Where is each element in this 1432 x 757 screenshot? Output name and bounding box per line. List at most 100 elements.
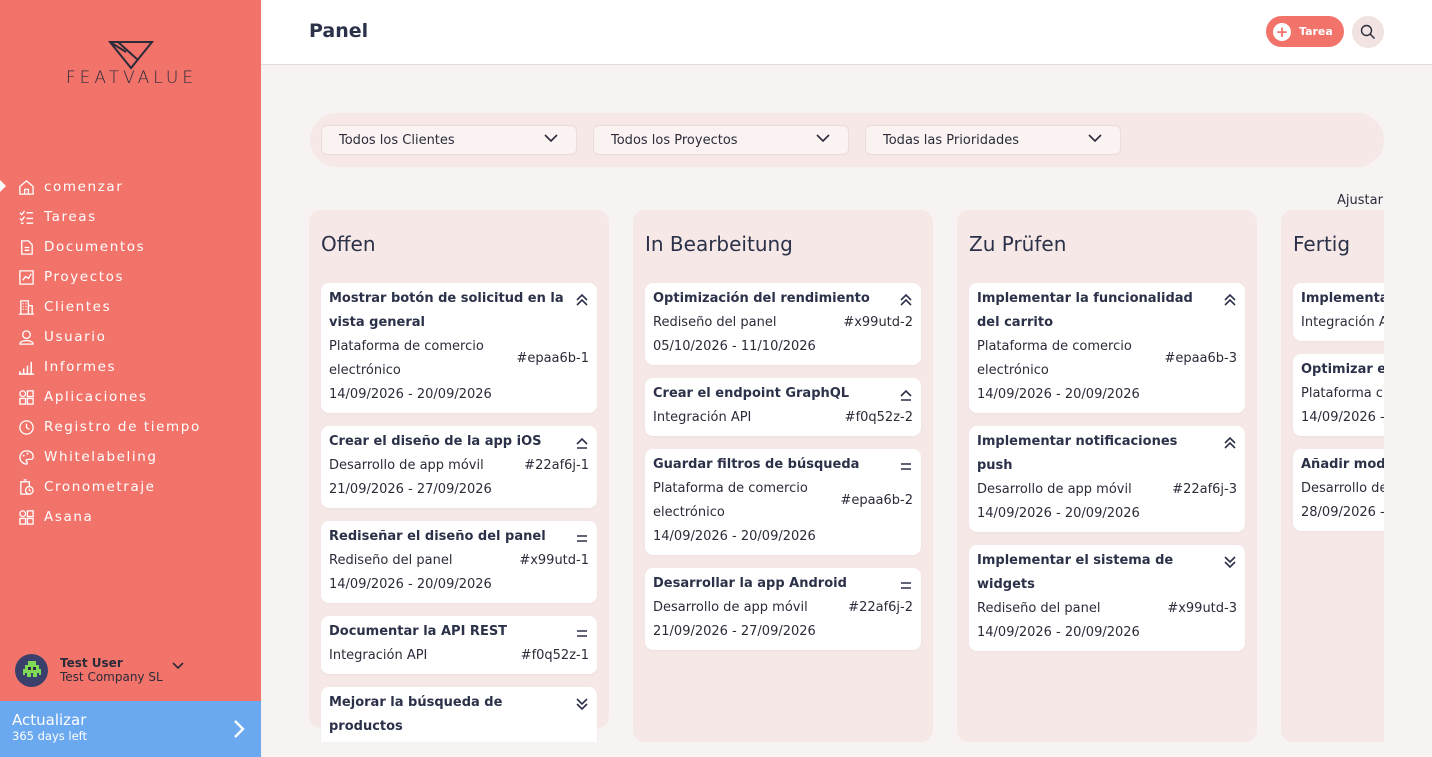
sidebar-item-comenzar[interactable]: comenzar — [0, 172, 261, 202]
priority-medium-icon[interactable] — [899, 458, 913, 472]
sidebar-item-label: Documentos — [44, 239, 146, 255]
kanban-column-offen: Offen Mostrar botón de solicitud en la vi… — [309, 210, 609, 742]
task-card[interactable]: Mostrar botón de solicitud en la vista g… — [321, 283, 597, 413]
task-dates: 14/09/2026 - 20/09/2026 — [977, 625, 1140, 640]
kanban-column-zu-prüfen: Zu Prüfen Implementar la funcionalidad de… — [957, 210, 1257, 742]
upgrade-days-left: 365 days left — [12, 729, 88, 743]
task-card[interactable]: Implementar notificaciones push Desarroll… — [969, 426, 1245, 532]
priority-medium-high-icon[interactable] — [575, 435, 589, 449]
priority-medium-icon[interactable] — [575, 530, 589, 544]
task-project: Desarrollo de — [1301, 481, 1384, 496]
task-project: Desarrollo de app móvil — [329, 458, 484, 473]
task-project: Integración API — [653, 410, 752, 425]
chevron-down-icon — [172, 662, 184, 670]
sidebar-item-documentos[interactable]: Documentos — [0, 232, 261, 262]
task-title: Documentar la API REST — [329, 624, 508, 639]
add-task-button[interactable]: + Tarea — [1266, 16, 1344, 47]
sidebar-item-clientes[interactable]: Clientes — [0, 292, 261, 322]
priority-medium-icon[interactable] — [575, 625, 589, 639]
sidebar-item-whitelabeling[interactable]: Whitelabeling — [0, 442, 261, 472]
task-id: #epaa6b-5 — [516, 739, 589, 742]
priority-medium-high-icon[interactable] — [899, 387, 913, 401]
task-project: Integración API — [329, 648, 428, 663]
sidebar-item-label: Proyectos — [44, 269, 125, 285]
task-card[interactable]: Desarrollar la app Android Desarrollo de … — [645, 568, 921, 650]
user-icon — [16, 327, 36, 347]
sidebar-item-aplicaciones[interactable]: Aplicaciones — [0, 382, 261, 412]
priority-medium-icon[interactable] — [899, 577, 913, 591]
sidebar-item-label: Asana — [44, 509, 94, 525]
chevron-down-icon — [544, 134, 558, 143]
client-filter-select[interactable]: Todos los Clientes — [321, 125, 577, 155]
task-project: Rediseño del panel — [329, 553, 453, 568]
sidebar-item-registro-de-tiempo[interactable]: Registro de tiempo — [0, 412, 261, 442]
user-menu[interactable]: Test User Test Company SL — [15, 652, 245, 688]
priority-low-icon[interactable] — [575, 696, 589, 711]
task-card[interactable]: Implementa la API Integración A — [1293, 283, 1384, 341]
task-title: Implementar el sistema de widgets — [977, 553, 1174, 592]
featvalue-logo-icon — [108, 41, 154, 70]
add-task-label: Tarea — [1299, 25, 1333, 38]
home-icon — [16, 177, 36, 197]
sidebar-item-label: Clientes — [44, 299, 112, 315]
task-card[interactable]: Rediseñar el diseño del panel Rediseño de… — [321, 521, 597, 603]
task-card[interactable]: Optimización del rendimiento Rediseño del… — [645, 283, 921, 365]
search-button[interactable] — [1352, 16, 1384, 48]
sidebar-item-asana[interactable]: Asana — [0, 502, 261, 532]
task-id: #epaa6b-1 — [516, 351, 589, 366]
sidebar-item-label: comenzar — [44, 179, 124, 195]
task-card[interactable]: Crear el diseño de la app iOS Desarrollo … — [321, 426, 597, 508]
task-project: Desarrollo de app móvil — [653, 600, 808, 615]
sidebar-item-cronometraje[interactable]: Cronometraje — [0, 472, 261, 502]
task-title: Mejorar la búsqueda de productos — [329, 695, 503, 734]
task-id: #f0q52z-2 — [844, 410, 913, 425]
task-title: Implementar notificaciones push — [977, 434, 1178, 473]
column-title: Offen — [321, 232, 376, 256]
priority-high-icon[interactable] — [1223, 292, 1237, 306]
task-project: Plataforma c electrónico — [1301, 386, 1384, 401]
sidebar-item-label: Usuario — [44, 329, 107, 345]
task-project: Plataforma de comercio — [329, 739, 484, 742]
brand-logo[interactable]: FEATVALUE — [44, 40, 219, 90]
kanban-column-fertig: Fertig Implementa la API Integración A Opti… — [1281, 210, 1384, 742]
sidebar-item-proyectos[interactable]: Proyectos — [0, 262, 261, 292]
task-dates: 14/09/2026 - 20/09/2026 — [653, 529, 816, 544]
task-card[interactable]: Crear el endpoint GraphQL Integración API… — [645, 378, 921, 436]
upgrade-banner[interactable]: Actualizar 365 days left — [0, 701, 261, 757]
brand-name: FEATVALUE — [65, 68, 198, 88]
priority-low-icon[interactable] — [1223, 554, 1237, 569]
kanban-column-in-bearbeitung: In Bearbeitung Optimización del rendimien… — [633, 210, 933, 742]
task-card[interactable]: Implementar la funcionalidad del carrito… — [969, 283, 1245, 413]
task-title: Añadir mod — [1301, 457, 1384, 472]
chevron-right-icon — [234, 720, 245, 738]
task-card[interactable]: Implementar el sistema de widgets Rediseñ… — [969, 545, 1245, 651]
priority-filter-select[interactable]: Todas las Prioridades — [865, 125, 1121, 155]
priority-filter-label: Todas las Prioridades — [883, 132, 1020, 148]
sidebar-item-usuario[interactable]: Usuario — [0, 322, 261, 352]
client-filter-label: Todos los Clientes — [339, 132, 455, 148]
project-filter-select[interactable]: Todos los Proyectos — [593, 125, 849, 155]
sidebar-item-informes[interactable]: Informes — [0, 352, 261, 382]
task-card[interactable]: Optimizar el Plataforma c electrónico 14/0… — [1293, 354, 1384, 436]
timesheet-icon — [16, 477, 36, 497]
task-dates: 14/09/2026 - 20/09/2026 — [329, 577, 492, 592]
user-name: Test User — [60, 656, 123, 670]
adjust-link[interactable]: Ajustar — [1337, 193, 1383, 208]
task-dates: 14/09/2026 - 20/09/2026 — [329, 387, 492, 402]
task-dates: 14/09/2026 - — [1301, 410, 1384, 425]
sidebar-item-label: Aplicaciones — [44, 389, 148, 405]
priority-high-icon[interactable] — [1223, 435, 1237, 449]
task-dates: 14/09/2026 - 20/09/2026 — [977, 387, 1140, 402]
task-title: Optimización del rendimiento — [653, 291, 870, 306]
task-card[interactable]: Mejorar la búsqueda de productos Platafor… — [321, 687, 597, 742]
task-title: Crear el endpoint GraphQL — [653, 386, 850, 401]
task-card[interactable]: Añadir mod Desarrollo de 28/09/2026 - — [1293, 449, 1384, 531]
priority-high-icon[interactable] — [575, 292, 589, 306]
task-card[interactable]: Documentar la API REST Integración API #f0… — [321, 616, 597, 674]
sidebar-item-label: Whitelabeling — [44, 449, 158, 465]
task-list-icon — [16, 207, 36, 227]
sidebar-item-tareas[interactable]: Tareas — [0, 202, 261, 232]
task-project: Plataforma de comercio electrónico — [329, 339, 484, 378]
priority-high-icon[interactable] — [899, 292, 913, 306]
task-card[interactable]: Guardar filtros de búsqueda Plataforma de… — [645, 449, 921, 555]
